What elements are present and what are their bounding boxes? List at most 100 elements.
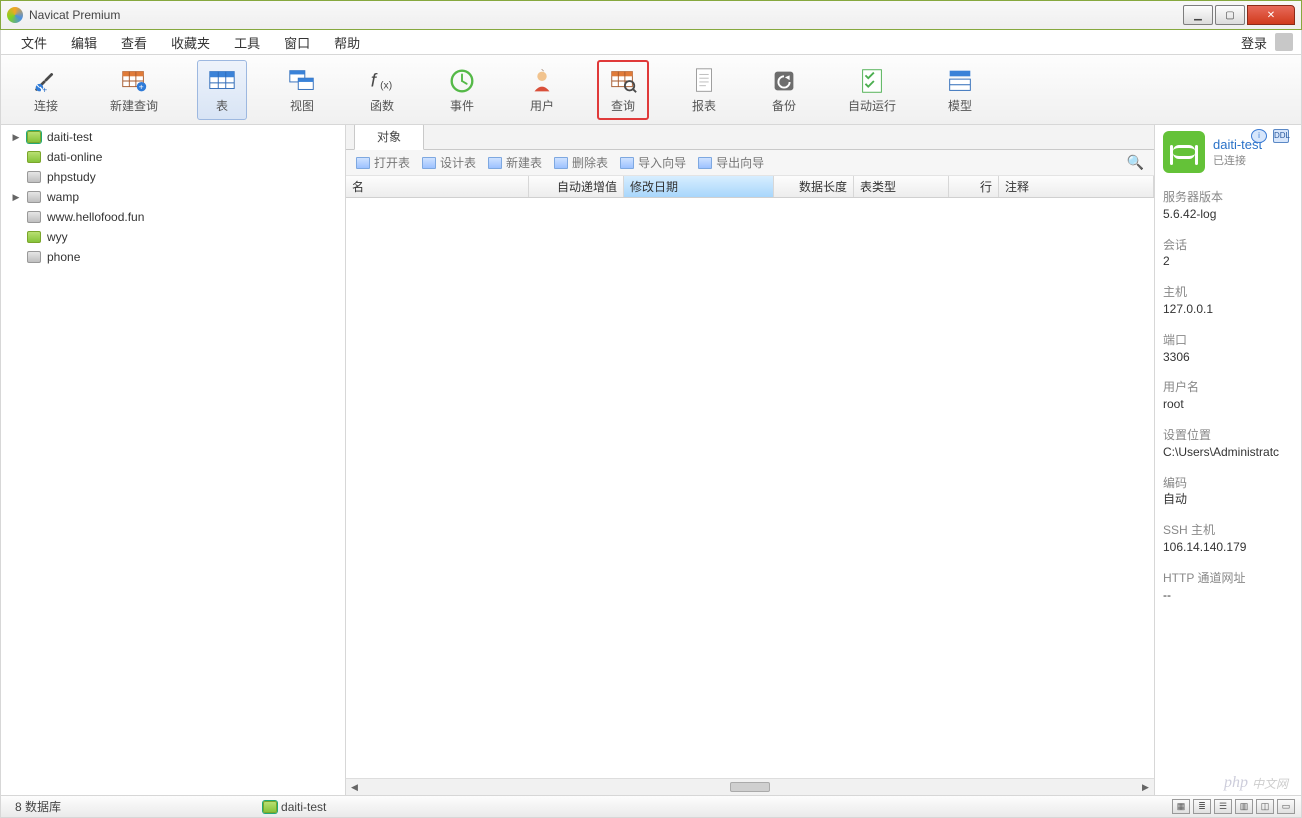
search-icon[interactable]: 🔍 (1127, 154, 1144, 171)
status-bar: 8 数据库 daiti-test ▦ ≣ ☰ ▥ ◫ ▭ (0, 795, 1302, 818)
view-icon (286, 65, 318, 97)
avatar-icon[interactable] (1275, 33, 1293, 51)
tree-item-wyy[interactable]: wyy (1, 227, 345, 247)
svg-text:(x): (x) (380, 81, 392, 92)
scroll-right-icon[interactable]: ▶ (1137, 782, 1154, 793)
app-icon (7, 7, 23, 23)
grid-body[interactable]: ◀ ▶ (346, 198, 1154, 795)
toolbar: + 连接 + 新建查询 表 视图 f(x) 函数 事件 用户 查询 报表 备份 … (0, 55, 1302, 125)
scroll-thumb[interactable] (730, 782, 770, 792)
tool-event[interactable]: 事件 (437, 60, 487, 120)
info-icon[interactable]: i (1251, 129, 1267, 143)
tool-report[interactable]: 报表 (679, 60, 729, 120)
view-full-icon[interactable]: ▭ (1277, 799, 1295, 814)
view-grid-icon[interactable]: ▦ (1172, 799, 1190, 814)
col-name[interactable]: 名 (346, 176, 529, 197)
info-value: root (1163, 396, 1293, 413)
ddl-icon[interactable]: DDL (1273, 129, 1289, 143)
menu-file[interactable]: 文件 (9, 31, 59, 54)
watermark: php中文网 (1224, 774, 1288, 792)
op-import-wizard[interactable]: 导入向导 (620, 154, 686, 171)
tree-item-phone[interactable]: phone (1, 247, 345, 267)
menu-edit[interactable]: 编辑 (59, 31, 109, 54)
col-rows[interactable]: 行 (949, 176, 999, 197)
grid-header: 名 自动递增值 修改日期 数据长度 表类型 行 注释 (346, 176, 1154, 198)
tool-model[interactable]: 模型 (935, 60, 985, 120)
tool-new-query[interactable]: + 新建查询 (101, 60, 167, 120)
scroll-left-icon[interactable]: ◀ (346, 782, 363, 793)
tree-item-wamp[interactable]: ▶wamp (1, 187, 345, 207)
expand-icon[interactable]: ▶ (11, 132, 21, 143)
tree-item-daiti-test[interactable]: ▶daiti-test (1, 127, 345, 147)
tool-function[interactable]: f(x) 函数 (357, 60, 407, 120)
tree-item-hellofood[interactable]: www.hellofood.fun (1, 207, 345, 227)
view-er-icon[interactable]: ▥ (1235, 799, 1253, 814)
tab-bar: 对象 (346, 125, 1154, 150)
op-new-table[interactable]: 新建表 (488, 154, 542, 171)
table-icon (206, 65, 238, 97)
col-table-type[interactable]: 表类型 (854, 176, 949, 197)
minimize-button[interactable]: ▁ (1183, 5, 1213, 25)
col-data-length[interactable]: 数据长度 (774, 176, 854, 197)
tree-item-dati-online[interactable]: dati-online (1, 147, 345, 167)
col-comment[interactable]: 注释 (999, 176, 1154, 197)
menu-help[interactable]: 帮助 (322, 31, 372, 54)
menu-favorites[interactable]: 收藏夹 (159, 31, 222, 54)
user-icon (526, 65, 558, 97)
tool-label: 事件 (450, 97, 474, 114)
tool-label: 视图 (290, 97, 314, 114)
body: ▶daiti-test dati-online phpstudy ▶wamp w… (0, 125, 1302, 795)
tool-table[interactable]: 表 (197, 60, 247, 120)
tool-label: 用户 (530, 97, 554, 114)
tool-backup[interactable]: 备份 (759, 60, 809, 120)
maximize-button[interactable]: ▢ (1215, 5, 1245, 25)
info-key: 编码 (1163, 475, 1293, 492)
menu-tools[interactable]: 工具 (222, 31, 272, 54)
tool-connect[interactable]: + 连接 (21, 60, 71, 120)
database-icon (27, 171, 41, 183)
report-icon (688, 65, 720, 97)
op-export-wizard[interactable]: 导出向导 (698, 154, 764, 171)
status-connection: daiti-test (249, 800, 334, 814)
close-button[interactable]: ✕ (1247, 5, 1295, 25)
view-detail-icon[interactable]: ☰ (1214, 799, 1232, 814)
menu-view[interactable]: 查看 (109, 31, 159, 54)
info-value: -- (1163, 587, 1293, 604)
view-pane-icon[interactable]: ◫ (1256, 799, 1274, 814)
info-panel: i DDL daiti-test 已连接 服务器版本5.6.42-log会话2主… (1154, 125, 1301, 795)
tree-item-phpstudy[interactable]: phpstudy (1, 167, 345, 187)
info-value: C:\Users\Administratc (1163, 444, 1293, 461)
tool-label: 连接 (34, 97, 58, 114)
mini-table-icon (356, 157, 370, 169)
op-delete-table[interactable]: 删除表 (554, 154, 608, 171)
tool-user[interactable]: 用户 (517, 60, 567, 120)
model-icon (944, 65, 976, 97)
op-open-table[interactable]: 打开表 (356, 154, 410, 171)
tree-label: dati-online (47, 150, 102, 164)
view-list-icon[interactable]: ≣ (1193, 799, 1211, 814)
login-link[interactable]: 登录 (1241, 33, 1271, 52)
horizontal-scrollbar[interactable]: ◀ ▶ (346, 778, 1154, 795)
op-design-table[interactable]: 设计表 (422, 154, 476, 171)
tool-view[interactable]: 视图 (277, 60, 327, 120)
database-icon (27, 231, 41, 243)
plug-icon: + (30, 65, 62, 97)
autorun-icon (856, 65, 888, 97)
tool-autorun[interactable]: 自动运行 (839, 60, 905, 120)
tool-label: 模型 (948, 97, 972, 114)
info-key: SSH 主机 (1163, 522, 1293, 539)
expand-icon[interactable]: ▶ (11, 192, 21, 203)
menubar: 文件 编辑 查看 收藏夹 工具 窗口 帮助 登录 (0, 30, 1302, 55)
col-modified-date[interactable]: 修改日期 (624, 176, 774, 197)
connection-tree[interactable]: ▶daiti-test dati-online phpstudy ▶wamp w… (1, 125, 346, 795)
menu-window[interactable]: 窗口 (272, 31, 322, 54)
col-auto-increment[interactable]: 自动递增值 (529, 176, 624, 197)
backup-icon (768, 65, 800, 97)
svg-text:+: + (42, 84, 47, 94)
clock-icon (446, 65, 478, 97)
status-db-count: 8 数据库 (7, 798, 69, 815)
tab-object[interactable]: 对象 (354, 125, 424, 150)
tool-query[interactable]: 查询 (597, 60, 649, 120)
info-key: 会话 (1163, 237, 1293, 254)
info-key: 服务器版本 (1163, 189, 1293, 206)
